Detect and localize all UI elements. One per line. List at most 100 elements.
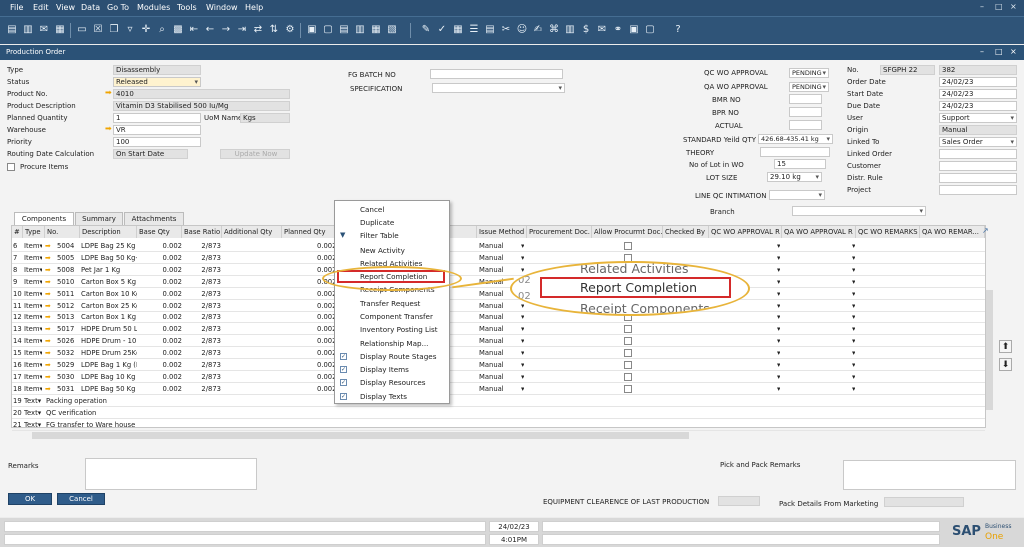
menu-help[interactable]: Help: [245, 3, 263, 12]
row-description[interactable]: LDPE Bag 1 Kg (I: [81, 360, 137, 371]
row-item-no[interactable]: 5005: [57, 253, 81, 264]
row-issue-method[interactable]: Manual: [479, 241, 519, 252]
line-qc-dropdown[interactable]: [769, 190, 825, 200]
doc-no-field[interactable]: 382: [939, 65, 1017, 75]
row-item-no[interactable]: 5017: [57, 324, 81, 335]
origin-field[interactable]: Manual: [939, 125, 1017, 135]
row-base-ratio[interactable]: 2/873: [183, 253, 221, 264]
spec-dropdown[interactable]: [432, 83, 565, 93]
order-date-field[interactable]: 24/02/23: [939, 77, 1017, 87]
start-date-field[interactable]: 24/02/23: [939, 89, 1017, 99]
row-text[interactable]: QC verification: [46, 408, 346, 419]
approval-dropdown-icon[interactable]: ▾: [852, 372, 855, 383]
row-base-ratio[interactable]: 2/873: [183, 277, 221, 288]
approval-dropdown-icon[interactable]: ▾: [852, 301, 855, 312]
procure-items-checkbox[interactable]: [7, 163, 15, 171]
row-type[interactable]: Text▾: [24, 408, 42, 419]
approval-dropdown-icon[interactable]: ▾: [852, 336, 855, 347]
approval-dropdown-icon[interactable]: ▾: [777, 348, 780, 359]
row-issue-method[interactable]: Manual: [479, 253, 519, 264]
grid-icon[interactable]: ▩: [172, 24, 184, 36]
first-record-icon[interactable]: ⇤: [188, 24, 200, 36]
update-now-button[interactable]: Update Now: [220, 149, 290, 159]
link-arrow-icon[interactable]: ➡: [45, 336, 51, 347]
grid-column-header[interactable]: #: [12, 226, 23, 238]
menu-item-transfer-request[interactable]: Transfer Request: [360, 299, 420, 308]
grid-column-header[interactable]: Description: [80, 226, 137, 238]
menu-edit[interactable]: Edit: [33, 3, 49, 12]
row-base-qty[interactable]: 0.002: [138, 265, 182, 276]
qa-wo-approval-dropdown[interactable]: PENDING: [789, 82, 829, 92]
approval-dropdown-icon[interactable]: ▾: [777, 265, 780, 276]
link-arrow-icon[interactable]: ➡: [45, 384, 51, 395]
app-minimize-button[interactable]: –: [980, 2, 984, 11]
equipment-field[interactable]: [718, 496, 760, 506]
menu-file[interactable]: File: [10, 3, 23, 12]
row-text[interactable]: Packing operation: [46, 396, 346, 407]
row-item-no[interactable]: 5026: [57, 336, 81, 347]
table-row[interactable]: 11 Item▾ ➡ 5012 Carton Box 25 Kg 0.002 2/873 0.…: [12, 301, 985, 312]
issue-method-dropdown-icon[interactable]: ▾: [521, 372, 524, 383]
journal-icon[interactable]: ▤: [338, 24, 350, 36]
row-item-no[interactable]: 5031: [57, 384, 81, 395]
window-icon[interactable]: ▢: [644, 24, 656, 36]
message-icon[interactable]: ✉: [596, 24, 608, 36]
users-icon[interactable]: ☺: [516, 24, 528, 36]
row-base-qty[interactable]: 0.002: [138, 360, 182, 371]
issue-method-dropdown-icon[interactable]: ▾: [521, 324, 524, 335]
lock-icon[interactable]: ▣: [628, 24, 640, 36]
table-row[interactable]: 6 Item▾ ➡ 5004 LDPE Bag 25 Kg 0.002 2/873 0.002…: [12, 241, 985, 252]
menu-item-filter-table[interactable]: Filter Table: [360, 231, 399, 240]
approval-dropdown-icon[interactable]: ▾: [777, 372, 780, 383]
row-item-no[interactable]: 5029: [57, 360, 81, 371]
allow-procurement-checkbox[interactable]: [624, 349, 632, 358]
approval-dropdown-icon[interactable]: ▾: [852, 324, 855, 335]
row-base-qty[interactable]: 0.002: [138, 312, 182, 323]
grid-column-header[interactable]: Base Qty: [137, 226, 182, 238]
approval-dropdown-icon[interactable]: ▾: [777, 312, 780, 323]
money-icon[interactable]: $: [580, 24, 592, 36]
tab-components[interactable]: Components: [14, 212, 74, 225]
theory-field[interactable]: [760, 147, 830, 157]
row-base-qty[interactable]: 0.002: [138, 301, 182, 312]
chart-icon[interactable]: ▥: [354, 24, 366, 36]
row-description[interactable]: HDPE Drum 50 Lt: [81, 324, 137, 335]
bpr-field[interactable]: [789, 107, 822, 117]
link-arrow-icon[interactable]: ➡: [45, 348, 51, 359]
row-base-qty[interactable]: 0.002: [138, 348, 182, 359]
move-row-down-button[interactable]: ⬇: [999, 358, 1012, 371]
allow-procurement-checkbox[interactable]: [624, 337, 632, 346]
row-type[interactable]: Text▾: [24, 396, 42, 407]
row-issue-method[interactable]: Manual: [479, 265, 519, 276]
layout-icon[interactable]: ▦: [370, 24, 382, 36]
grid-column-header[interactable]: Type: [23, 226, 45, 238]
row-description[interactable]: LDPE Bag 25 Kg: [81, 241, 137, 252]
linked-order-field[interactable]: [939, 149, 1017, 159]
grid-column-header[interactable]: No.: [45, 226, 80, 238]
menu-item-display-route-stages[interactable]: Display Route Stages: [360, 352, 436, 361]
row-type[interactable]: Item▾: [24, 241, 42, 252]
table-row[interactable]: 14 Item▾ ➡ 5026 HDPE Drum - 10 0.002 2/873 0.00…: [12, 336, 985, 348]
menu-tools[interactable]: Tools: [177, 3, 197, 12]
approval-dropdown-icon[interactable]: ▾: [777, 360, 780, 371]
draw-icon[interactable]: ✎: [420, 24, 432, 36]
link-arrow-icon[interactable]: ➡: [45, 360, 51, 371]
print-icon[interactable]: ▤: [6, 24, 18, 36]
report-icon[interactable]: ▤: [484, 24, 496, 36]
grid-column-header[interactable]: QC WO REMARKS: [856, 226, 920, 238]
row-description[interactable]: Carton Box 25 Kg: [81, 301, 137, 312]
refresh-icon[interactable]: ⇄: [252, 24, 264, 36]
project-field[interactable]: [939, 185, 1017, 195]
table-row[interactable]: 13 Item▾ ➡ 5017 HDPE Drum 50 Lt 0.002 2/873 0.0…: [12, 324, 985, 336]
row-base-qty[interactable]: 0.002: [138, 241, 182, 252]
series-field[interactable]: SFGPH 22: [880, 65, 935, 75]
row-type[interactable]: Item▾: [24, 253, 42, 264]
form-settings-icon[interactable]: ▧: [386, 24, 398, 36]
row-type[interactable]: Item▾: [24, 289, 42, 300]
row-item-no[interactable]: 5008: [57, 265, 81, 276]
table-row[interactable]: 15 Item▾ ➡ 5032 HDPE Drum 25Kg 0.002 2/873 0.00…: [12, 348, 985, 360]
row-base-ratio[interactable]: 2/873: [183, 241, 221, 252]
table-row[interactable]: 17 Item▾ ➡ 5030 LDPE Bag 10 Kg 0.002 2/873 0.00…: [12, 372, 985, 383]
row-base-ratio[interactable]: 2/873: [183, 360, 221, 371]
approval-dropdown-icon[interactable]: ▾: [852, 289, 855, 300]
